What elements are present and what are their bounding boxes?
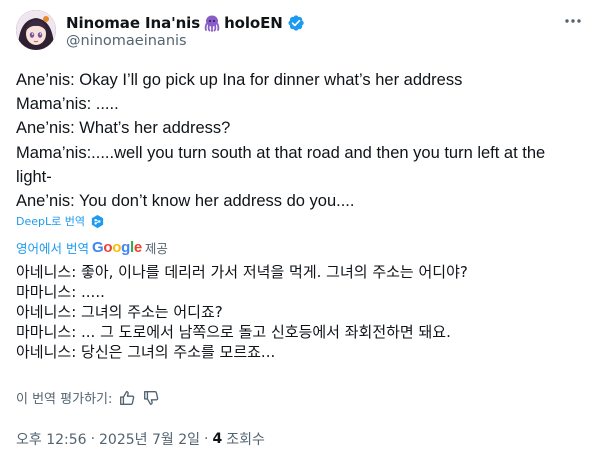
translation-source: 영어에서 번역 Google 제공 [16, 238, 168, 257]
rate-translation: 이 번역 평가하기: [16, 388, 160, 407]
views-label: 조회수 [226, 432, 265, 448]
more-options-icon[interactable] [562, 10, 584, 32]
avatar[interactable] [16, 10, 56, 50]
deepl-icon [90, 214, 105, 229]
google-logo: Google [91, 239, 142, 256]
tweet-line: Ane’nis: You don’t know her address do y… [16, 192, 355, 211]
deepl-translate-link[interactable]: DeepL로 번역 [16, 213, 85, 229]
separator: · [204, 431, 209, 447]
thumbs-up-icon[interactable] [118, 389, 136, 407]
rate-translation-label: 이 번역 평가하기: [16, 392, 113, 407]
provided-label: 제공 [144, 241, 168, 256]
handle[interactable]: @ninomaeinanis [66, 33, 187, 49]
thumbs-down-icon[interactable] [142, 389, 160, 407]
translated-line: 마마니스: ..... [16, 283, 105, 301]
translated-line: 아네니스: 당신은 그녀의 주소를 모르죠... [16, 343, 276, 361]
display-name[interactable]: Ninomae Ina'nis [66, 14, 200, 32]
octopus-icon [203, 14, 221, 32]
tweet-time[interactable]: 오후 12:56 [16, 429, 87, 449]
tweet-line: Mama’nis: ..... [16, 95, 119, 114]
translated-from-label[interactable]: 영어에서 번역 [16, 238, 89, 257]
tweet-line: Ane’nis: Okay I’ll go pick up Ina for di… [16, 71, 463, 89]
verified-badge-icon[interactable] [287, 14, 305, 32]
translated-line: 마마니스: ... 그 도로에서 남쪽으로 돌고 신호등에서 좌회전하면 돼요. [16, 323, 451, 341]
separator: · [90, 431, 96, 447]
deepl-translate[interactable]: DeepL로 번역 [16, 213, 105, 229]
views-count: 4 [212, 431, 223, 447]
translated-text: 아네니스: 좋아, 이나를 데리러 가서 저녁을 먹게. 그녀의 주소는 어디야… [16, 262, 584, 362]
tweet-text: Ane’nis: Okay I’ll go pick up Ina for di… [16, 68, 584, 213]
tweet-header: Ninomae Ina'nis holoEN @ninomaeinanis [16, 10, 584, 58]
translated-line: 아네니스: 그녀의 주소는 어디죠? [16, 303, 223, 321]
translated-line: 아네니스: 좋아, 이나를 데리러 가서 저녁을 먹게. 그녀의 주소는 어디야… [16, 263, 468, 281]
tweet-line: Mama’nis:.....well you turn south at tha… [16, 143, 546, 186]
name-row: Ninomae Ina'nis holoEN [66, 13, 305, 33]
tweet-date[interactable]: 2025년 7월 2일 [99, 429, 200, 449]
org-tag[interactable]: holoEN [224, 14, 283, 32]
tweet-meta: 오후 12:56 · 2025년 7월 2일 · 4 조회수 [16, 429, 265, 449]
tweet-line: Ane’nis: What’s her address? [16, 119, 231, 138]
